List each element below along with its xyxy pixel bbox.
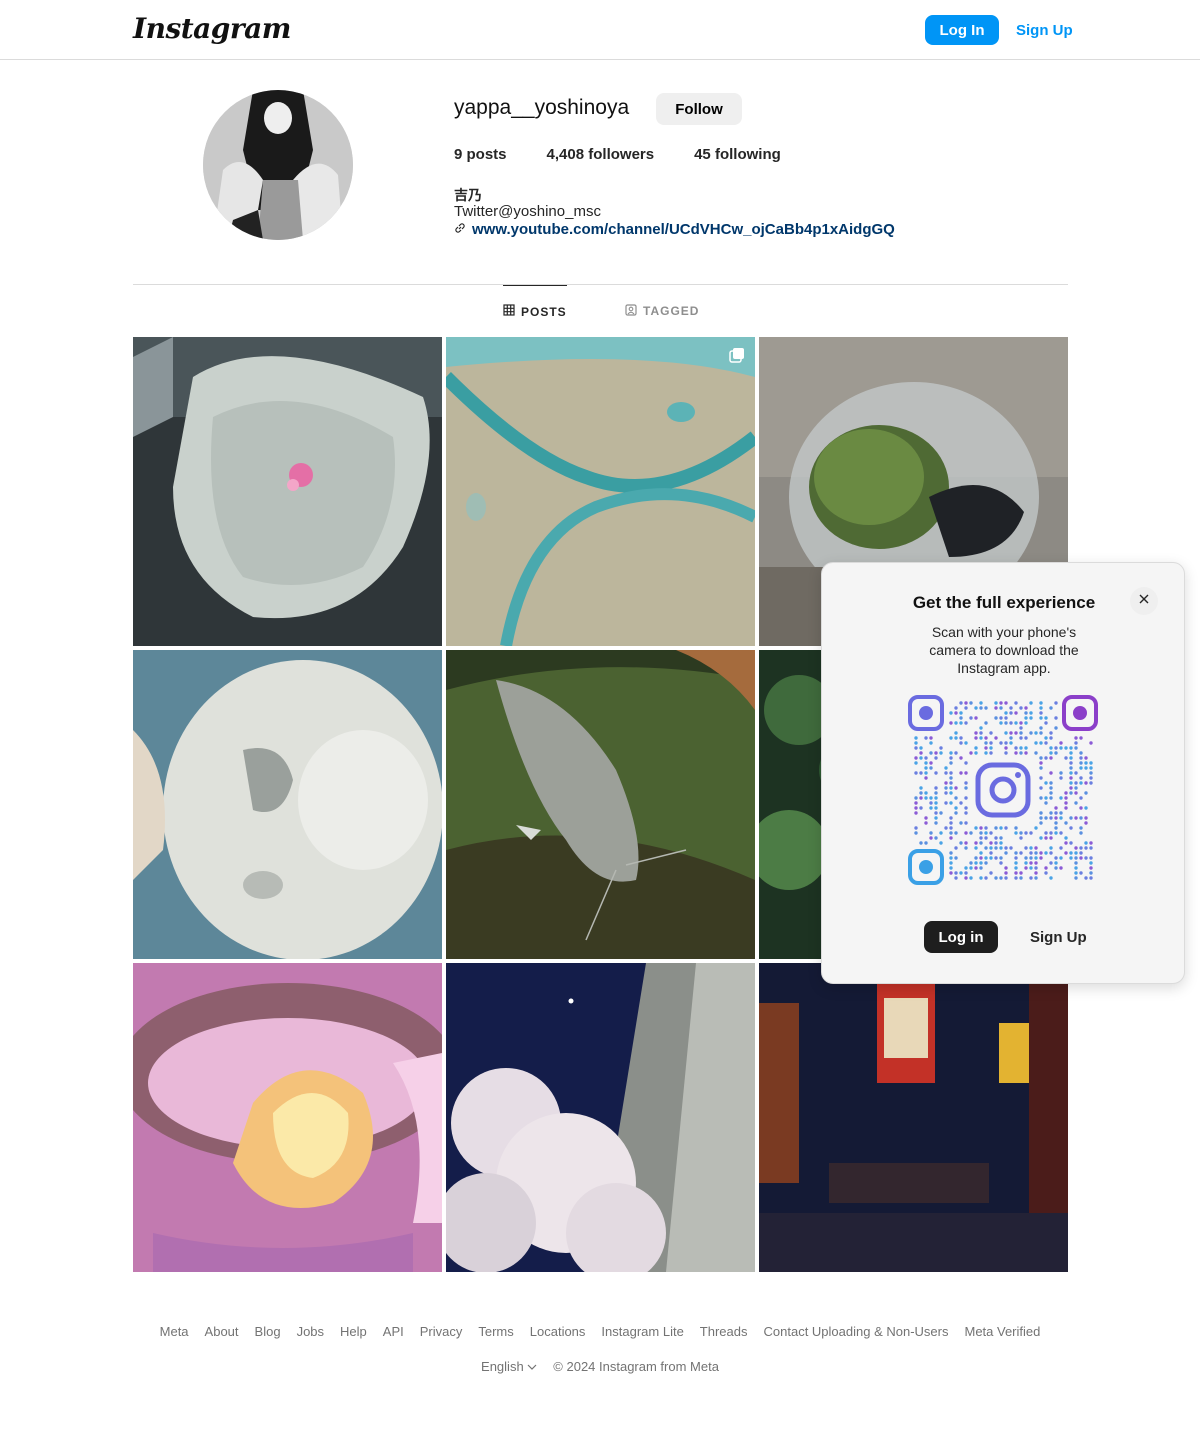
bio-name: 吉乃 — [454, 187, 482, 203]
post-tile[interactable] — [133, 963, 442, 1272]
popup-login-button[interactable]: Log in — [924, 921, 998, 953]
profile-stats: 9 posts 4,408 followers 45 following — [454, 146, 781, 163]
footer-link[interactable]: Blog — [255, 1324, 281, 1339]
footer-bottom: English © 2024 Instagram from Meta — [0, 1359, 1200, 1374]
tab-tagged[interactable]: TAGGED — [625, 285, 699, 337]
followers-count: 4,408 — [546, 146, 585, 163]
tab-tagged-label: TAGGED — [643, 304, 700, 318]
footer-link[interactable]: Meta — [160, 1324, 189, 1339]
post-tile[interactable] — [446, 963, 755, 1272]
bio-link-text[interactable]: www.youtube.com/channel/UCdVHCw_ojCaBb4p… — [472, 221, 895, 238]
post-tile[interactable] — [759, 963, 1068, 1272]
top-navbar: Instagram Log In Sign Up — [0, 0, 1200, 60]
followers-stat[interactable]: 4,408 followers — [547, 146, 655, 163]
bio-text: Twitter@yoshino_msc — [454, 203, 601, 220]
login-button[interactable]: Log In — [925, 15, 999, 45]
signup-link[interactable]: Sign Up — [1012, 15, 1077, 45]
tag-icon — [625, 303, 637, 319]
link-icon — [454, 221, 466, 238]
followers-label: followers — [584, 146, 655, 163]
qr-code — [908, 695, 1098, 885]
chevron-down-icon — [527, 1359, 537, 1374]
get-app-popup: Get the full experience Scan with your p… — [821, 562, 1185, 984]
instagram-logo[interactable]: Instagram — [133, 12, 291, 45]
bio-link[interactable]: www.youtube.com/channel/UCdVHCw_ojCaBb4p… — [454, 221, 895, 238]
popup-title: Get the full experience — [912, 593, 1096, 612]
following-label: following — [710, 146, 781, 163]
post-tile[interactable] — [446, 337, 755, 646]
popup-signup-link[interactable]: Sign Up — [1030, 921, 1087, 953]
follow-button[interactable]: Follow — [656, 93, 742, 125]
post-tile[interactable] — [446, 650, 755, 959]
footer-link[interactable]: Locations — [530, 1324, 586, 1339]
footer-link[interactable]: Help — [340, 1324, 367, 1339]
following-stat[interactable]: 45 following — [694, 146, 781, 163]
grid-icon — [503, 304, 515, 319]
footer-link[interactable]: Privacy — [420, 1324, 463, 1339]
language-selector[interactable]: English — [481, 1359, 537, 1374]
footer-link[interactable]: Meta Verified — [964, 1324, 1040, 1339]
popup-description: Scan with your phone's camera to downloa… — [929, 624, 1079, 676]
profile-username: yappa__yoshinoya — [454, 96, 630, 119]
footer-link[interactable]: Instagram Lite — [601, 1324, 683, 1339]
footer-links: Meta About Blog Jobs Help API Privacy Te… — [0, 1324, 1200, 1339]
tab-posts[interactable]: POSTS — [503, 285, 567, 337]
language-label: English — [481, 1359, 524, 1374]
post-tile[interactable] — [133, 337, 442, 646]
following-count: 45 — [694, 146, 711, 163]
profile-avatar[interactable] — [203, 90, 353, 240]
posts-stat: 9 posts — [454, 146, 507, 163]
multi-photo-icon — [729, 348, 744, 363]
posts-label: posts — [462, 146, 507, 163]
footer-link[interactable]: Contact Uploading & Non-Users — [764, 1324, 949, 1339]
footer-link[interactable]: Threads — [700, 1324, 748, 1339]
footer-link[interactable]: Terms — [478, 1324, 513, 1339]
footer-link[interactable]: API — [383, 1324, 404, 1339]
tabs-divider — [133, 284, 1068, 285]
footer-link[interactable]: About — [205, 1324, 239, 1339]
tab-posts-label: POSTS — [521, 304, 567, 319]
copyright: © 2024 Instagram from Meta — [553, 1359, 719, 1374]
footer-link[interactable]: Jobs — [297, 1324, 324, 1339]
post-tile[interactable] — [133, 650, 442, 959]
